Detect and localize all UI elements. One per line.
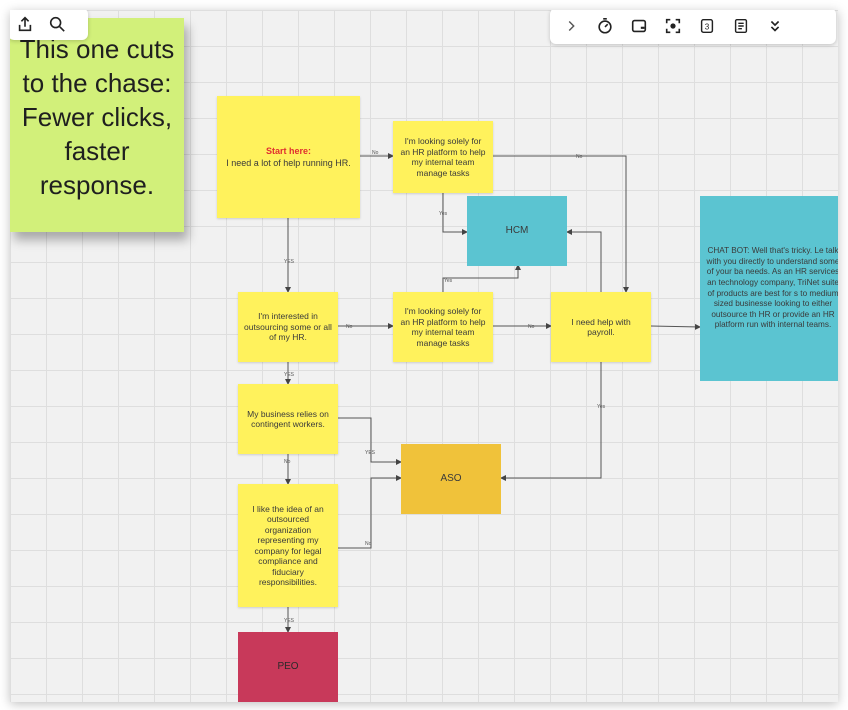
aso-label: ASO bbox=[440, 472, 462, 484]
chatbot-node[interactable]: CHAT BOT: Well that's tricky. Le talk wi… bbox=[700, 196, 838, 381]
outsourced-org-text: I like the idea of an outsourced organiz… bbox=[252, 503, 324, 588]
headline-line: Fewer clicks, bbox=[21, 102, 173, 132]
headline-line: faster bbox=[64, 136, 130, 166]
hr-platform-node-2[interactable]: I'm looking solely for an HR platform to… bbox=[393, 292, 493, 362]
chatbot-text: CHAT BOT: Well that's tricky. Le talk wi… bbox=[706, 246, 838, 330]
connector-payroll-to-hcm bbox=[566, 229, 602, 292]
toolbar-left bbox=[10, 10, 88, 40]
edge-label-outsourced-aso: No bbox=[365, 541, 372, 547]
edge-label-contingent-aso: YES bbox=[365, 450, 376, 456]
notes-icon[interactable] bbox=[730, 15, 752, 37]
focus-frame-icon[interactable] bbox=[662, 15, 684, 37]
peo-node[interactable]: PEO bbox=[238, 632, 338, 702]
start-node[interactable]: Start here: I need a lot of help running… bbox=[217, 96, 360, 218]
peo-label: PEO bbox=[277, 660, 299, 672]
hr-platform-text-1: I'm looking solely for an HR platform to… bbox=[400, 136, 486, 178]
aso-node[interactable]: ASO bbox=[401, 444, 501, 514]
connector-payroll-to-aso bbox=[500, 362, 602, 481]
headline-line: to the chase: bbox=[22, 68, 172, 98]
edge-label-outsourcing-right: No bbox=[346, 324, 353, 330]
edge-label-start-down: YES bbox=[284, 259, 295, 265]
edge-label-platform2-right: No bbox=[528, 324, 535, 330]
connector-outsourced-to-aso bbox=[338, 475, 402, 549]
connector-platform2-to-hcm bbox=[442, 264, 521, 292]
edge-label-contingent-down: No bbox=[284, 459, 291, 465]
hcm-label: HCM bbox=[505, 224, 529, 236]
hr-platform-text-2: I'm looking solely for an HR platform to… bbox=[400, 306, 486, 348]
share-upload-icon[interactable] bbox=[14, 13, 36, 35]
count-icon[interactable]: 3 bbox=[696, 15, 718, 37]
headline-line: response. bbox=[39, 170, 155, 200]
start-label: Start here: bbox=[265, 146, 311, 156]
payroll-node[interactable]: I need help with payroll. bbox=[551, 292, 651, 362]
toolbar-right: 3 bbox=[550, 10, 836, 44]
chevron-right-icon[interactable] bbox=[560, 15, 582, 37]
hcm-node[interactable]: HCM bbox=[467, 196, 567, 266]
headline-sticky-note[interactable]: This one cuts to the chase: Fewer clicks… bbox=[10, 18, 184, 232]
connector-payroll-to-chatbot bbox=[650, 323, 701, 330]
hr-platform-node-1[interactable]: I'm looking solely for an HR platform to… bbox=[393, 121, 493, 193]
count-value: 3 bbox=[705, 23, 710, 32]
edge-label-start-right: No bbox=[372, 150, 379, 156]
edge-label-platform1-down: Yes bbox=[439, 211, 448, 217]
edge-label-payroll-down: Yes bbox=[597, 404, 606, 410]
double-chevron-down-icon[interactable] bbox=[764, 15, 786, 37]
search-icon[interactable] bbox=[46, 13, 68, 35]
edge-label-outsourcing-down: YES bbox=[284, 372, 295, 378]
edge-label-payroll-right: No bbox=[576, 154, 583, 160]
contingent-text: My business relies on contingent workers… bbox=[247, 408, 329, 430]
outsourced-org-node[interactable]: I like the idea of an outsourced organiz… bbox=[238, 484, 338, 607]
edge-label-platform2-up: Yes bbox=[444, 278, 453, 284]
payroll-text: I need help with payroll. bbox=[571, 316, 631, 338]
timer-icon[interactable] bbox=[594, 15, 616, 37]
contingent-node[interactable]: My business relies on contingent workers… bbox=[238, 384, 338, 454]
headline-text: This one cuts to the chase: Fewer clicks… bbox=[20, 18, 175, 202]
outsourcing-node[interactable]: I'm interested in outsourcing some or al… bbox=[238, 292, 338, 362]
whiteboard-canvas[interactable]: YES No Yes Yes No No No YES Yes YES No N… bbox=[10, 10, 838, 702]
card-add-icon[interactable] bbox=[628, 15, 650, 37]
start-text: I need a lot of help running HR. bbox=[226, 158, 351, 168]
outsourcing-text: I'm interested in outsourcing some or al… bbox=[244, 311, 332, 343]
edge-label-outsourced-down: YES bbox=[284, 618, 295, 624]
